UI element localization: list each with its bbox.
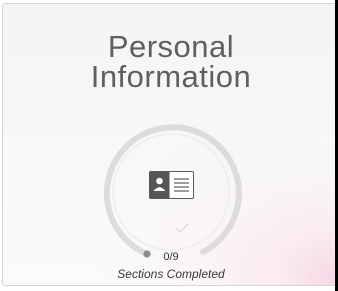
- card-title-line2: Information: [90, 59, 252, 94]
- sections-count: 0/9: [163, 251, 179, 263]
- checkmark-icon: [175, 223, 189, 233]
- card-title-line1: Personal: [107, 29, 235, 64]
- personal-information-tile[interactable]: Personal Information 0/9 Sections Comple…: [0, 0, 338, 291]
- card-title: Personal Information: [3, 29, 337, 94]
- section-card[interactable]: Personal Information 0/9 Sections Comple…: [2, 3, 338, 286]
- id-card-icon: [149, 171, 194, 199]
- sections-completed-label: Sections Completed: [117, 267, 225, 281]
